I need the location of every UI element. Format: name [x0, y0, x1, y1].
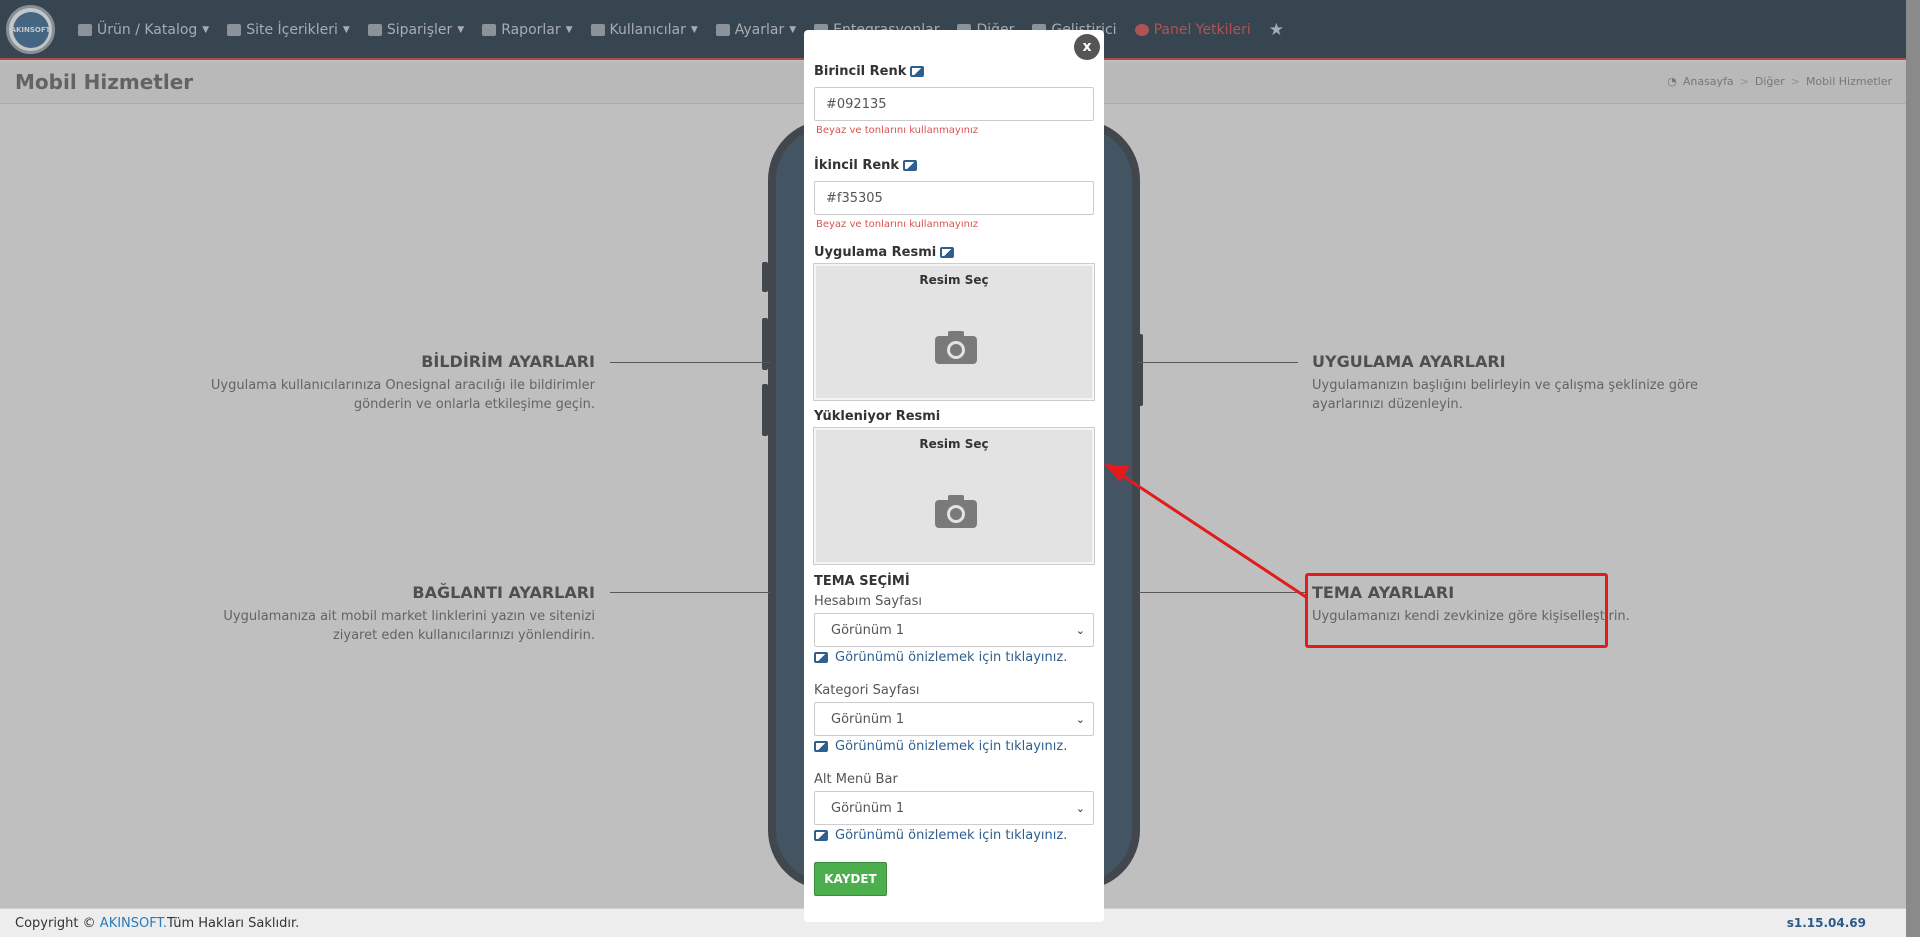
image-icon[interactable] [910, 66, 925, 77]
bottom-bar-select[interactable]: Görünüm 1 ⌄ [814, 791, 1094, 825]
loading-image-label: Yükleniyor Resmi [814, 409, 941, 424]
account-page-preview-link[interactable]: Görünümü önizlemek için tıklayınız. [814, 650, 1067, 665]
loading-image-picker[interactable]: Resim Seç [813, 427, 1095, 565]
chevron-down-icon: ⌄ [1075, 712, 1085, 726]
secondary-color-label: İkincil Renk [814, 158, 918, 173]
pick-image-label: Resim Seç [919, 273, 989, 287]
window-edge [1906, 0, 1920, 937]
copyright-text: Copyright © AKINSOFT.Tüm Hakları Saklıdı… [15, 916, 300, 931]
bottom-bar-label: Alt Menü Bar [814, 772, 898, 787]
pick-image-label: Resim Seç [919, 437, 989, 451]
secondary-color-input[interactable] [814, 181, 1094, 215]
app-image-picker[interactable]: Resim Seç [813, 263, 1095, 401]
camera-icon [935, 495, 977, 528]
category-page-select[interactable]: Görünüm 1 ⌄ [814, 702, 1094, 736]
primary-color-input[interactable] [814, 87, 1094, 121]
camera-icon [935, 331, 977, 364]
secondary-color-help: Beyaz ve tonlarını kullanmayınız [816, 219, 978, 230]
primary-color-help: Beyaz ve tonlarını kullanmayınız [816, 125, 978, 136]
close-button[interactable]: x [1074, 34, 1100, 60]
image-icon [814, 652, 828, 663]
account-page-select[interactable]: Görünüm 1 ⌄ [814, 613, 1094, 647]
category-page-label: Kategori Sayfası [814, 683, 920, 698]
image-icon [814, 741, 828, 752]
image-icon[interactable] [940, 247, 955, 258]
account-page-label: Hesabım Sayfası [814, 594, 923, 609]
primary-color-label: Birincil Renk [814, 64, 925, 79]
chevron-down-icon: ⌄ [1075, 623, 1085, 637]
brand-link[interactable]: AKINSOFT. [100, 916, 167, 931]
chevron-down-icon: ⌄ [1075, 801, 1085, 815]
category-page-preview-link[interactable]: Görünümü önizlemek için tıklayınız. [814, 739, 1067, 754]
image-icon[interactable] [903, 160, 918, 171]
bottom-bar-preview-link[interactable]: Görünümü önizlemek için tıklayınız. [814, 828, 1067, 843]
save-button[interactable]: KAYDET [814, 862, 887, 896]
version-label: s1.15.04.69 [1786, 916, 1866, 930]
theme-settings-modal: x Birincil Renk Beyaz ve tonlarını kulla… [804, 30, 1104, 922]
theme-section-title: TEMA SEÇİMİ [814, 574, 910, 589]
app-image-label: Uygulama Resmi [814, 245, 955, 260]
image-icon [814, 830, 828, 841]
